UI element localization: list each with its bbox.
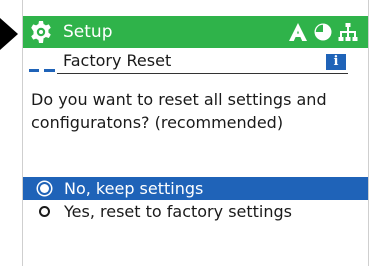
radio-unselected-icon: [39, 206, 50, 217]
title-bar: Setup: [23, 16, 368, 48]
radio-selected-icon: [40, 184, 49, 193]
subheader-title: Factory Reset: [63, 51, 172, 70]
option-factory-reset[interactable]: Yes, reset to factory settings: [23, 200, 368, 223]
warning-a-icon: [289, 23, 307, 41]
question-text: Do you want to reset all settings and co…: [31, 90, 327, 132]
options-list: No, keep settings Yes, reset to factory …: [23, 177, 368, 223]
page-title: Setup: [63, 22, 113, 42]
sub-header: Factory Reset i: [23, 48, 368, 75]
option-label: Yes, reset to factory settings: [64, 202, 292, 221]
pointer-arrow-icon: [0, 18, 18, 50]
option-keep-settings[interactable]: No, keep settings: [23, 177, 368, 200]
option-label: No, keep settings: [64, 179, 204, 198]
status-circle-icon: [314, 23, 332, 41]
device-screen: Setup Factory Reset i Do you want to res…: [22, 0, 369, 266]
subheader-divider: [57, 73, 348, 74]
gear-icon: [31, 21, 51, 43]
info-icon[interactable]: i: [326, 54, 346, 70]
network-icon: [338, 23, 358, 41]
status-icons: [288, 19, 358, 45]
page-indicator: [29, 69, 55, 72]
